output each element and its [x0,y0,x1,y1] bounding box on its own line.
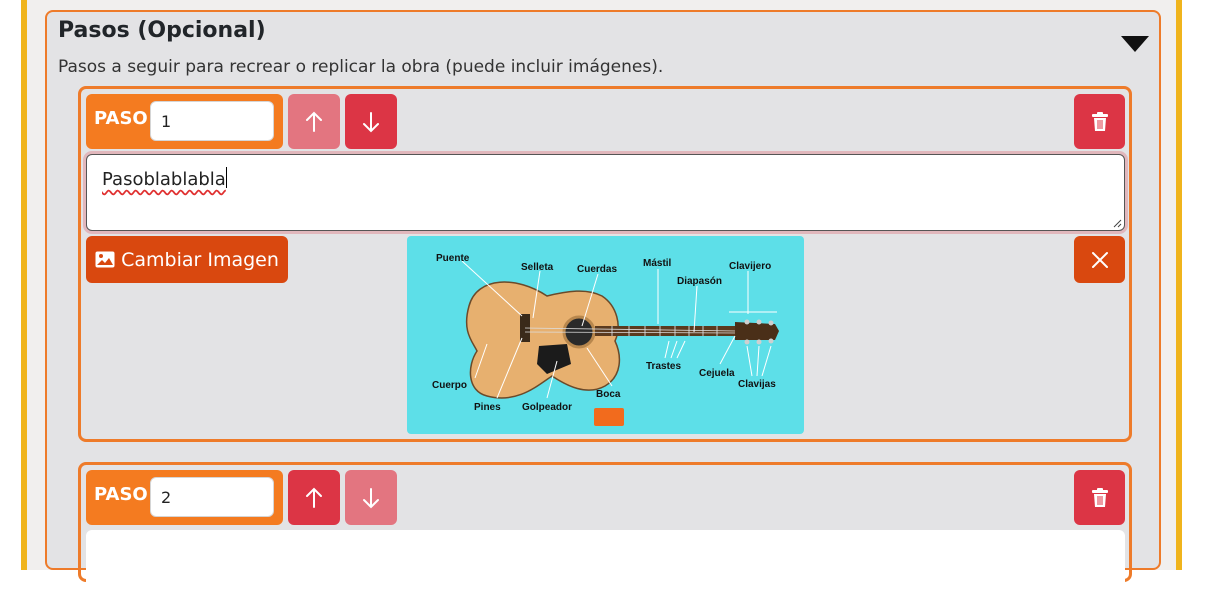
step-card-2: PASO [78,462,1132,590]
label-cejuela: Cejuela [699,368,735,379]
arrow-down-icon [363,111,379,132]
arrow-up-icon [306,111,322,132]
steps-section: Pasos (Opcional) Pasos a seguir para rec… [45,10,1161,590]
label-puente: Puente [436,253,470,264]
label-clavijero: Clavijero [729,261,771,272]
label-diapason: Diapasón [677,276,722,287]
label-cuerdas: Cuerdas [577,264,617,275]
section-subtitle: Pasos a seguir para recrear o replicar l… [58,57,664,77]
step-text-area[interactable] [86,530,1125,590]
label-selleta: Selleta [521,262,554,273]
step-number-group: PASO [86,470,283,525]
logo-badge [594,408,624,426]
arrow-up-icon [306,487,322,508]
move-up-button[interactable] [288,94,340,149]
label-golpeador: Golpeador [522,402,572,413]
step-number-input[interactable] [150,101,274,141]
section-title: Pasos (Opcional) [58,18,266,43]
arrow-down-icon [363,487,379,508]
change-image-label: Cambiar Imagen [121,248,279,271]
step-card-1: PASO Pasoblablabla [78,86,1132,442]
close-icon [1091,251,1108,268]
step-label: PASO [94,108,148,129]
label-trastes: Trastes [646,361,681,372]
label-boca: Boca [596,389,621,400]
collapse-triangle-icon[interactable] [1120,34,1150,54]
image-icon [95,251,115,268]
label-clavijas: Clavijas [738,379,776,390]
text-caret [225,167,227,188]
step-label: PASO [94,484,148,505]
label-cuerpo: Cuerpo [432,380,467,391]
remove-image-button[interactable] [1074,236,1125,283]
step-number-group: PASO [86,94,283,149]
step-text-value: Pasoblablabla [102,169,226,190]
move-down-button[interactable] [345,470,397,525]
delete-step-button[interactable] [1074,470,1125,525]
delete-step-button[interactable] [1074,94,1125,149]
label-pines: Pines [474,402,501,413]
label-mastil: Mástil [643,258,672,269]
step-text-area[interactable]: Pasoblablabla [86,154,1125,231]
step-image-guitar: Puente Selleta Cuerdas Mástil Clavijero … [407,236,804,434]
move-up-button[interactable] [288,470,340,525]
change-image-button[interactable]: Cambiar Imagen [86,236,288,283]
move-down-button[interactable] [345,94,397,149]
step-number-input[interactable] [150,477,274,517]
resize-grip-icon[interactable] [1112,218,1122,228]
trash-icon [1091,111,1108,131]
trash-icon [1091,487,1108,507]
